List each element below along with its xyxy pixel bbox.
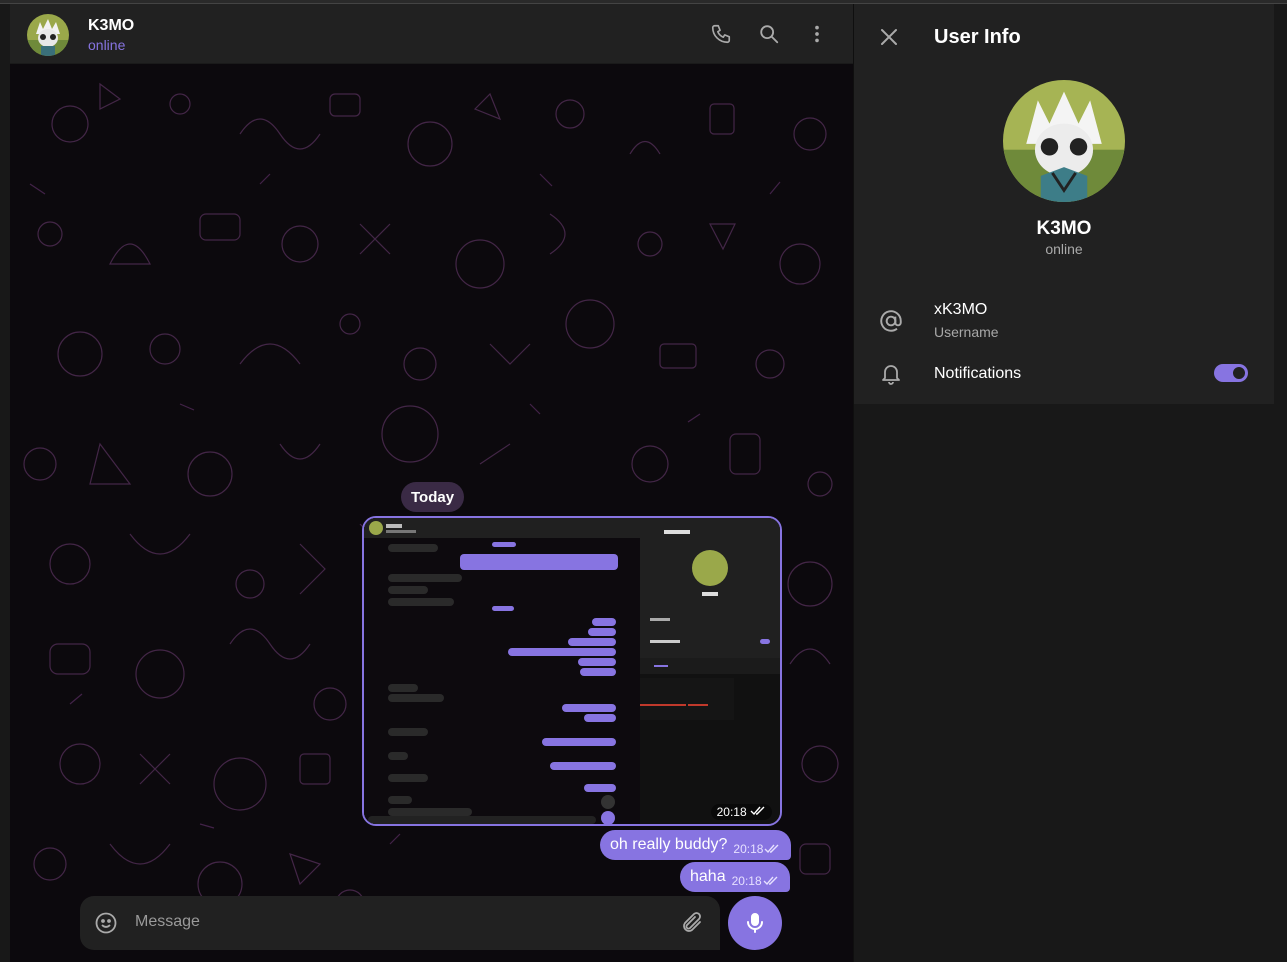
panel-title: User Info: [934, 26, 1021, 48]
screenshot-thumbnail: [364, 518, 780, 824]
notifications-toggle[interactable]: [1214, 364, 1248, 382]
more-button[interactable]: [804, 21, 830, 47]
double-check-icon: [750, 806, 765, 816]
photo-time-text: 20:18: [716, 805, 747, 819]
close-button[interactable]: [876, 24, 902, 50]
chat-column: K3MO online Today 20:18 oh really buddy?…: [10, 4, 853, 962]
phone-icon: [711, 24, 731, 44]
attach-button[interactable]: [680, 911, 704, 935]
voice-record-button[interactable]: [728, 896, 782, 950]
emoji-button[interactable]: [94, 911, 118, 935]
message-composer[interactable]: Message: [80, 896, 720, 950]
message-input[interactable]: Message: [135, 913, 200, 931]
username-label: Username: [934, 324, 999, 340]
double-check-icon: [763, 876, 778, 885]
close-icon: [881, 29, 897, 45]
mic-icon: [747, 913, 763, 933]
left-edge-strip: [0, 4, 10, 962]
message-meta: 20:18: [733, 842, 781, 856]
message-text: haha: [690, 868, 726, 885]
double-check-icon: [764, 844, 779, 853]
photo-time: 20:18: [710, 804, 772, 820]
emoji-icon: [95, 912, 117, 934]
username-value[interactable]: xK3MO: [934, 301, 987, 319]
chat-wallpaper: Today 20:18 oh really buddy? 20:18 haha …: [10, 64, 853, 962]
user-info-panel: User Info K3MO online xK3MO Username Not…: [853, 4, 1287, 962]
photo-message[interactable]: 20:18: [362, 516, 782, 826]
notifications-label: Notifications: [934, 365, 1022, 382]
message-bubble[interactable]: haha 20:18: [680, 862, 790, 892]
chat-status: online: [88, 37, 126, 53]
date-separator: Today: [401, 482, 465, 512]
user-info-card: User Info K3MO online xK3MO Username Not…: [854, 4, 1274, 404]
message-time: 20:18: [731, 873, 762, 888]
at-icon: [878, 308, 904, 334]
profile-name: K3MO: [1036, 218, 1092, 239]
message-text: oh really buddy?: [610, 836, 728, 853]
chat-title[interactable]: K3MO: [88, 17, 134, 35]
profile-status: online: [1045, 241, 1083, 257]
search-icon: [760, 25, 779, 44]
toggle-knob: [1231, 365, 1247, 381]
message-bubble[interactable]: oh really buddy? 20:18: [600, 830, 792, 860]
message-time: 20:18: [733, 841, 764, 856]
search-button[interactable]: [756, 21, 782, 47]
chat-header[interactable]: K3MO online: [10, 4, 853, 64]
attach-icon: [683, 912, 701, 932]
profile-avatar[interactable]: [1003, 80, 1125, 202]
chat-avatar[interactable]: [27, 14, 69, 56]
more-vertical-icon: [815, 25, 819, 43]
message-meta: 20:18: [732, 874, 780, 888]
bell-icon: [878, 360, 904, 386]
call-button[interactable]: [708, 21, 734, 47]
